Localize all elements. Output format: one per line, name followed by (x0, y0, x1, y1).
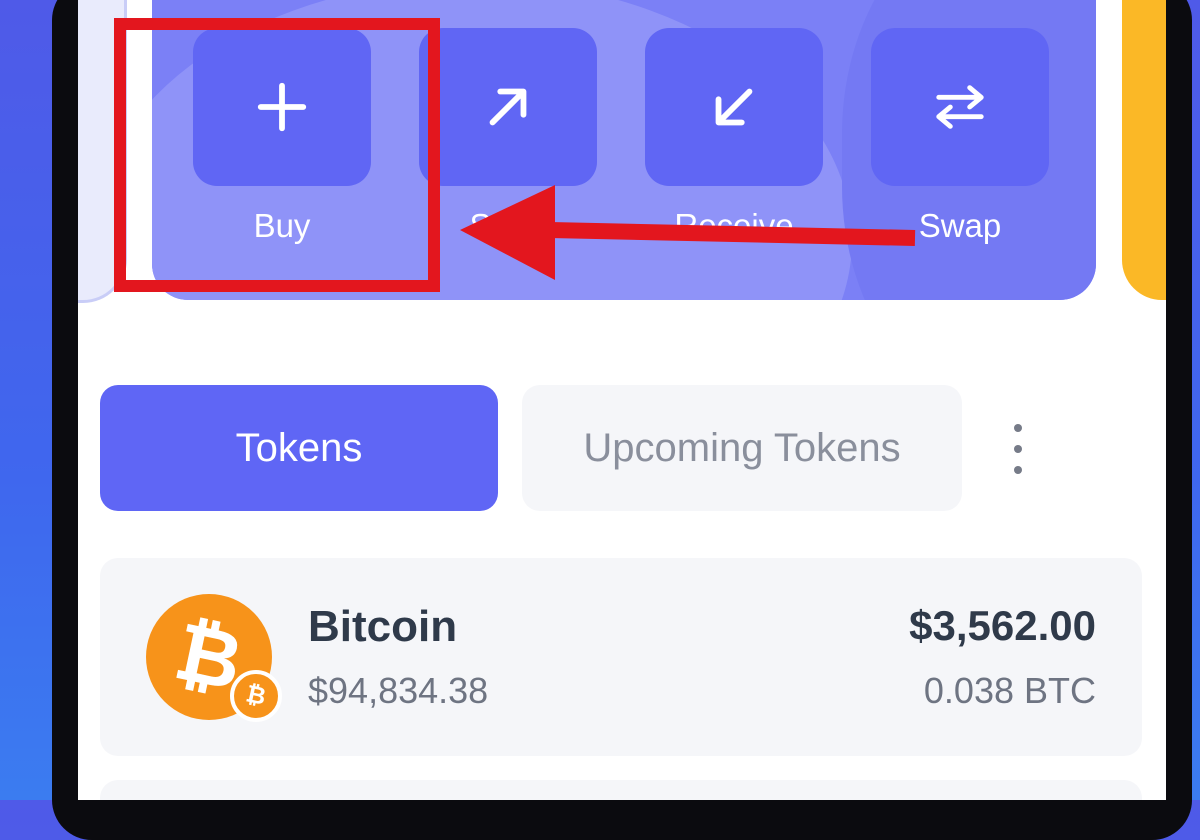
swap-label: Swap (918, 207, 1002, 244)
more-options-icon[interactable] (1000, 424, 1036, 474)
tab-upcoming-tokens[interactable]: Upcoming Tokens (522, 385, 962, 511)
receive-button[interactable] (645, 28, 823, 186)
token-row-next[interactable] (100, 780, 1142, 800)
arrow-up-right-icon (489, 88, 527, 126)
send-button[interactable] (419, 28, 597, 186)
buy-label: Buy (253, 207, 311, 244)
previous-wallet-card[interactable] (78, 0, 144, 303)
buy-button[interactable] (193, 28, 371, 186)
token-value: $3,562.00 (909, 602, 1096, 649)
receive-label: Receive (674, 207, 794, 244)
send-label: Send (469, 207, 547, 244)
bitcoin-network-badge-icon: ₿ (230, 670, 282, 722)
tab-tokens[interactable]: Tokens (100, 385, 498, 511)
token-row-bitcoin[interactable]: ₿ ₿ Bitcoin $94,834.38 $3,562.00 0.038 B… (100, 558, 1142, 756)
token-price: $94,834.38 (308, 670, 489, 711)
next-wallet-card[interactable] (1122, 0, 1166, 300)
swap-arrows-icon (936, 85, 984, 129)
token-name: Bitcoin (308, 602, 458, 651)
arrow-down-left-icon (715, 88, 753, 126)
swap-button[interactable] (871, 28, 1049, 186)
plus-icon (257, 82, 307, 132)
token-amount: 0.038 BTC (923, 670, 1096, 711)
app-screen: Buy Send Receive Swap Tokens Upcoming To… (78, 0, 1166, 800)
